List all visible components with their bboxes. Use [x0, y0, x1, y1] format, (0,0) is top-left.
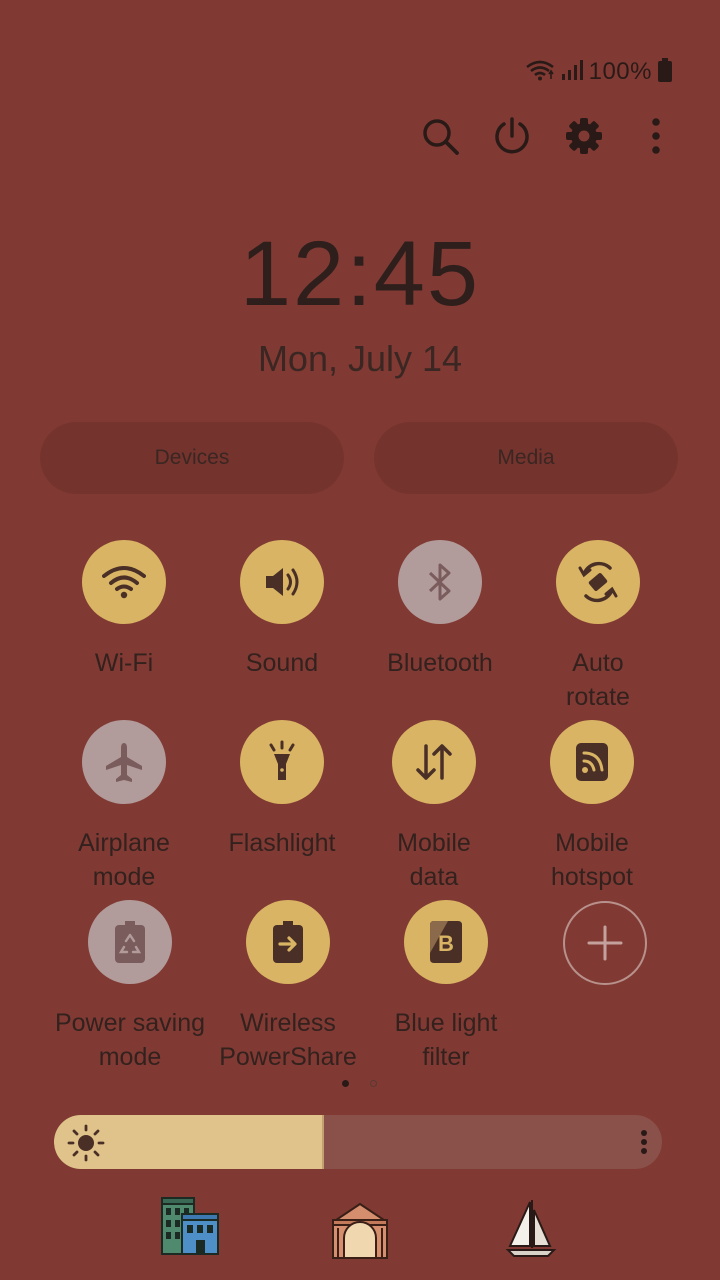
- brightness-more-icon[interactable]: [640, 1129, 648, 1160]
- wifi-icon: [525, 58, 555, 87]
- sound-icon[interactable]: [240, 540, 324, 624]
- tile-blue-light-filter[interactable]: B Blue light filter: [366, 900, 526, 1074]
- bluetooth-icon[interactable]: [398, 540, 482, 624]
- arch-image[interactable]: [330, 1200, 390, 1265]
- tile-flashlight[interactable]: Flashlight: [202, 720, 362, 860]
- tile-label: Wi-Fi: [94, 649, 154, 677]
- tile-airplane-mode[interactable]: Airplane mode: [44, 720, 204, 894]
- airplane-icon[interactable]: [82, 720, 166, 804]
- devices-button[interactable]: Devices: [40, 422, 344, 494]
- more-options-icon[interactable]: [634, 114, 678, 158]
- battery-icon: [658, 57, 672, 87]
- blue-light-filter-icon[interactable]: B: [404, 900, 488, 984]
- tile-label: Flashlight: [228, 829, 336, 857]
- tile-label: Airplane mode: [78, 829, 170, 891]
- clock-time[interactable]: 12:45: [0, 222, 720, 327]
- tile-label: Power saving mode: [54, 1009, 206, 1071]
- tile-label: Wireless PowerShare: [219, 1009, 357, 1071]
- settings-icon[interactable]: [562, 114, 606, 158]
- tile-label: Mobile hotspot: [550, 829, 633, 891]
- wireless-powershare-icon[interactable]: [246, 900, 330, 984]
- tile-label: Bluetooth: [387, 649, 493, 677]
- svg-text:B: B: [438, 931, 454, 956]
- add-icon: [587, 925, 623, 961]
- tile-sound[interactable]: Sound: [202, 540, 362, 680]
- tile-label: Auto rotate: [566, 649, 630, 711]
- media-button[interactable]: Media: [374, 422, 678, 494]
- power-icon[interactable]: [490, 114, 534, 158]
- tile-label: Blue light filter: [394, 1009, 498, 1071]
- clock-date[interactable]: Mon, July 14: [0, 338, 720, 380]
- hotspot-icon[interactable]: [550, 720, 634, 804]
- page-indicator-dot-active: [342, 1080, 349, 1087]
- tile-wifi[interactable]: Wi-Fi: [44, 540, 204, 680]
- mobile-data-icon[interactable]: [392, 720, 476, 804]
- tile-label: Sound: [245, 649, 319, 677]
- sun-icon: [66, 1123, 106, 1168]
- tile-bluetooth[interactable]: Bluetooth: [360, 540, 520, 680]
- page-indicator-dot: [370, 1080, 377, 1087]
- auto-rotate-icon[interactable]: [556, 540, 640, 624]
- flashlight-icon[interactable]: [240, 720, 324, 804]
- sailboat-image[interactable]: [504, 1196, 558, 1263]
- status-bar: 100%: [525, 52, 672, 92]
- tile-label: Mobile data: [397, 829, 471, 891]
- buildings-image[interactable]: [160, 1196, 220, 1261]
- tile-wireless-powershare[interactable]: Wireless PowerShare: [208, 900, 368, 1074]
- battery-percentage: 100%: [588, 58, 652, 85]
- wifi-icon[interactable]: [82, 540, 166, 624]
- add-tile-button[interactable]: [563, 901, 647, 985]
- tile-mobile-data[interactable]: Mobile data: [354, 720, 514, 894]
- tile-power-saving-mode[interactable]: Power saving mode: [50, 900, 210, 1074]
- tile-mobile-hotspot[interactable]: Mobile hotspot: [512, 720, 672, 894]
- search-icon[interactable]: [418, 114, 462, 158]
- brightness-slider[interactable]: [54, 1115, 662, 1169]
- power-saving-icon[interactable]: [88, 900, 172, 984]
- tile-auto-rotate[interactable]: Auto rotate: [518, 540, 678, 714]
- signal-icon: [561, 59, 583, 86]
